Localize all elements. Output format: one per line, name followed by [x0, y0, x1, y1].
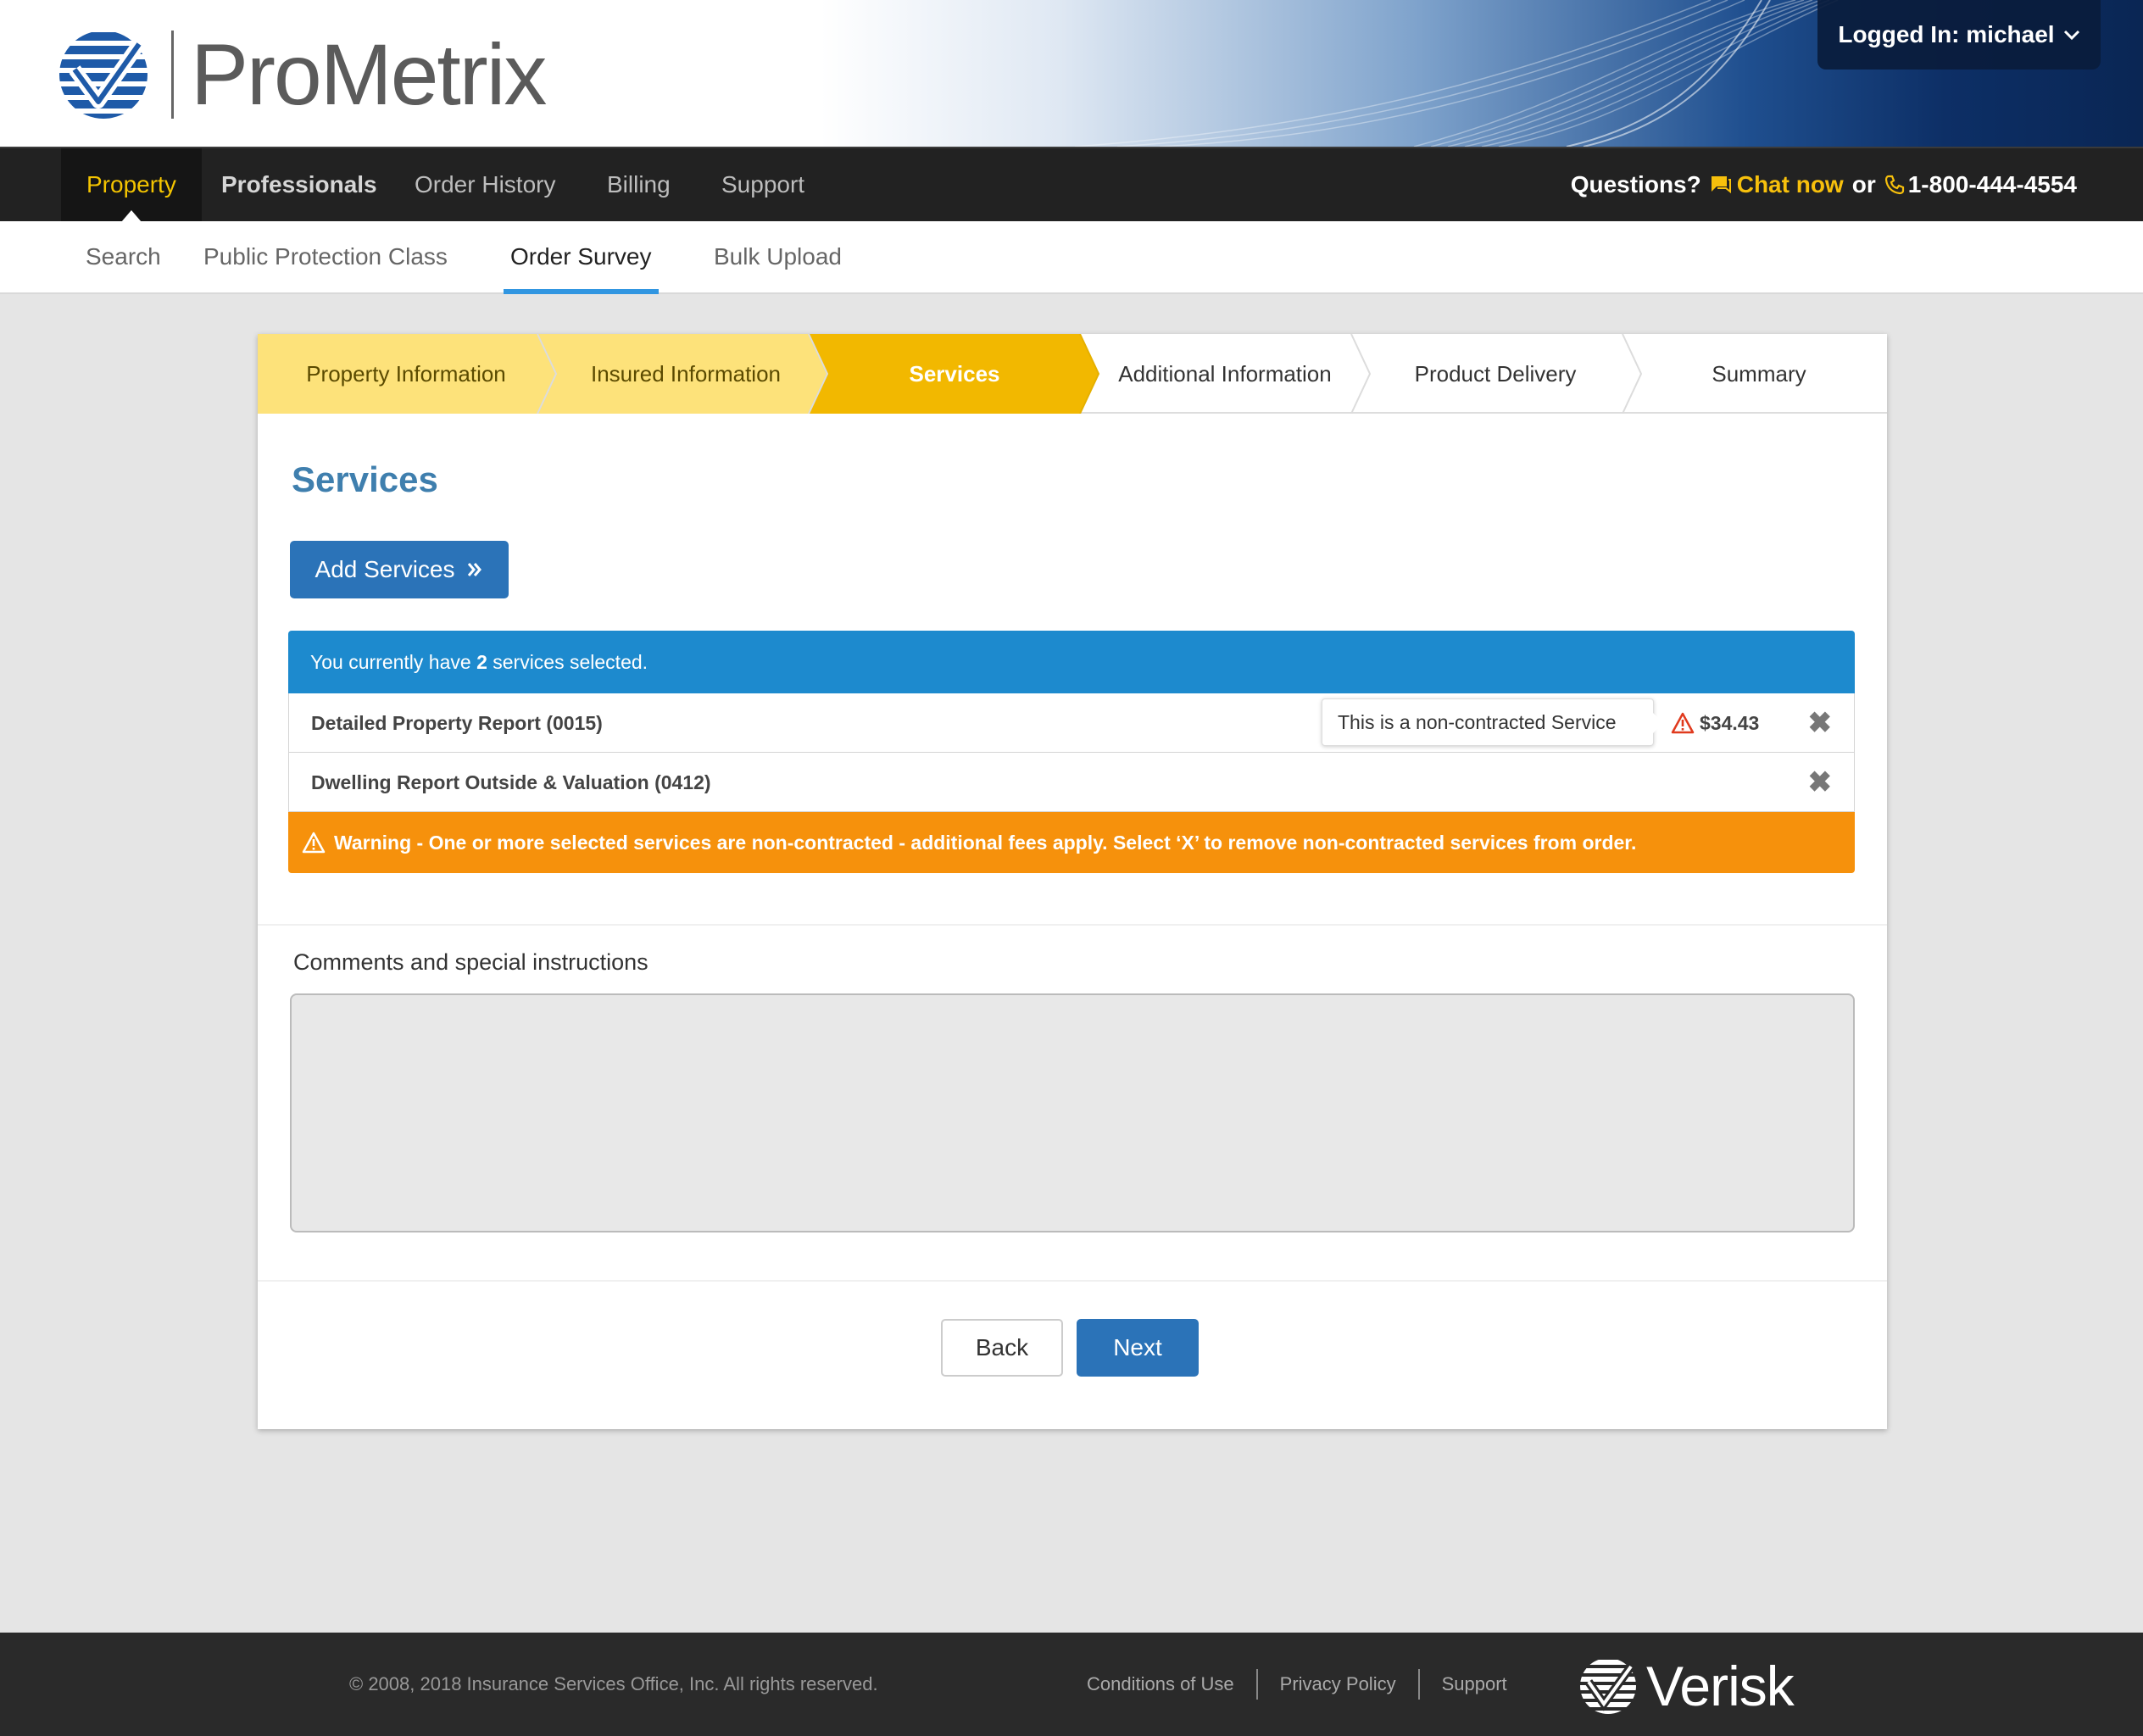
or-label: or: [1851, 171, 1876, 198]
phone-link[interactable]: 1-800-444-4554: [1884, 171, 2077, 198]
subnav-order-survey[interactable]: Order Survey: [504, 221, 659, 294]
warning-icon: [302, 832, 326, 854]
logo-divider: [171, 31, 174, 119]
chat-now-label: Chat now: [1736, 171, 1844, 198]
price-value: $34.43: [1700, 712, 1760, 734]
step-product-delivery: Product Delivery: [1414, 361, 1577, 387]
footer-link-conditions[interactable]: Conditions of Use: [1065, 1673, 1256, 1695]
warning-text: Warning - One or more selected services …: [334, 832, 1637, 854]
prometrix-logo-icon: [59, 31, 148, 119]
service-name: Dwelling Report Outside & Valuation (041…: [311, 771, 711, 793]
service-row: Dwelling Report Outside & Valuation (041…: [288, 753, 1855, 812]
next-button[interactable]: Next: [1077, 1319, 1199, 1377]
app-header: ProMetrix Logged In: michael: [0, 0, 2143, 147]
subnav-public-protection-class[interactable]: Public Protection Class: [203, 221, 448, 294]
verisk-brand: Verisk: [1646, 1655, 1795, 1717]
user-menu[interactable]: Logged In: michael: [1817, 0, 2101, 70]
step-insured-information[interactable]: Insured Information: [546, 334, 826, 414]
main-nav: Property Professionals Order History Bil…: [0, 147, 2143, 222]
nav-property[interactable]: Property: [61, 148, 202, 222]
chat-icon: [1711, 176, 1731, 194]
phone-icon: [1884, 175, 1904, 195]
nav-support[interactable]: Support: [721, 148, 804, 221]
order-card: Property Information Insured Information…: [258, 334, 1887, 1429]
add-services-label: Add Services: [314, 556, 455, 582]
nav-billing[interactable]: Billing: [607, 148, 671, 221]
step-additional-information: Additional Information: [1118, 361, 1332, 387]
subnav-search[interactable]: Search: [86, 221, 161, 294]
selected-count: 2: [476, 651, 487, 673]
non-contracted-warning: Warning - One or more selected services …: [288, 812, 1855, 873]
service-row: Detailed Property Report (0015) This is …: [288, 693, 1855, 753]
page-footer: © 2008, 2018 Insurance Services Office, …: [0, 1633, 2143, 1736]
copyright-text: © 2008, 2018 Insurance Services Office, …: [349, 1673, 878, 1694]
footer-links: Conditions of Use Privacy Policy Support: [1065, 1633, 1529, 1736]
verisk-logo-icon: [1580, 1658, 1636, 1714]
questions-label: Questions?: [1570, 171, 1701, 198]
remove-service-icon[interactable]: ✖: [1808, 753, 1833, 812]
brand-name: ProMetrix: [191, 26, 547, 123]
progress-stepper: Property Information Insured Information…: [258, 334, 1887, 414]
chevron-down-icon: [2063, 30, 2079, 41]
add-services-button[interactable]: Add Services: [290, 541, 509, 598]
section-divider: [258, 924, 1887, 926]
service-price: $34.43: [1671, 693, 1759, 753]
comments-label: Comments and special instructions: [293, 949, 648, 975]
selected-suffix: services selected.: [493, 651, 648, 673]
selected-services-panel: You currently have 2 services selected. …: [288, 631, 1855, 873]
remove-service-icon[interactable]: ✖: [1808, 693, 1833, 753]
sub-nav: Search Public Protection Class Order Sur…: [0, 221, 2143, 294]
nav-order-history[interactable]: Order History: [415, 148, 555, 221]
section-divider: [258, 1280, 1887, 1282]
phone-number: 1-800-444-4554: [1907, 171, 2077, 198]
services-count-header: You currently have 2 services selected.: [288, 631, 1855, 693]
footer-link-support[interactable]: Support: [1420, 1673, 1529, 1695]
selected-prefix: You currently have: [310, 651, 471, 673]
non-contracted-tooltip: This is a non-contracted Service: [1322, 698, 1663, 746]
step-property-information[interactable]: Property Information: [258, 334, 554, 414]
step-services[interactable]: Services: [819, 334, 1090, 414]
chat-now-link[interactable]: Chat now: [1710, 171, 1844, 198]
logged-in-label: Logged In: michael: [1838, 21, 2055, 47]
double-chevron-right-icon: [468, 563, 482, 576]
comments-textarea[interactable]: [290, 993, 1855, 1232]
step-summary: Summary: [1712, 361, 1806, 387]
service-name: Detailed Property Report (0015): [311, 712, 603, 734]
section-title: Services: [292, 459, 438, 499]
subnav-bulk-upload[interactable]: Bulk Upload: [714, 221, 842, 294]
contact-bar: Questions? Chat now or 1-800-444-4554: [1571, 148, 2077, 221]
nav-professionals[interactable]: Professionals: [221, 148, 377, 221]
warning-icon: [1671, 712, 1695, 734]
verisk-logo: Verisk: [1578, 1655, 1795, 1717]
footer-link-privacy[interactable]: Privacy Policy: [1258, 1673, 1418, 1695]
back-button[interactable]: Back: [941, 1319, 1063, 1377]
prometrix-logo[interactable]: ProMetrix: [58, 26, 547, 123]
